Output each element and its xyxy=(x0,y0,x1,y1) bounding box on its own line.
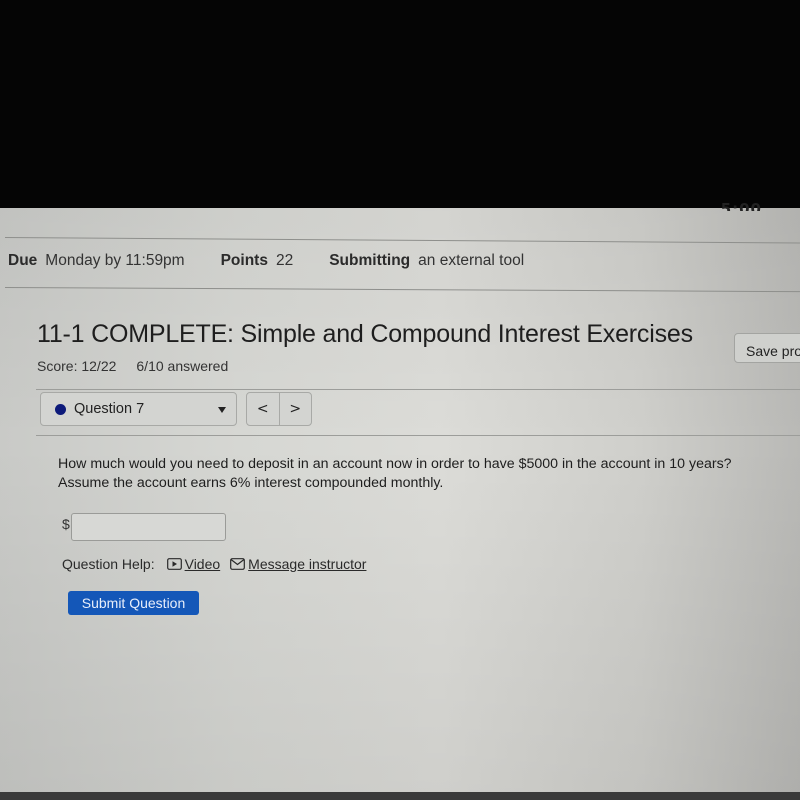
score-text: Score: 12/22 xyxy=(37,358,117,374)
question-selector-label: Question 7 xyxy=(74,401,145,417)
question-status-dot xyxy=(55,403,66,415)
photo-bottom-edge xyxy=(0,792,800,800)
question-selector[interactable]: Question 7 xyxy=(40,392,237,426)
question-help-label: Question Help: xyxy=(62,556,155,572)
due-info: Due Monday by 11:59pm xyxy=(8,252,185,270)
video-help-link[interactable]: Video xyxy=(166,556,221,572)
score-summary: Score: 12/22 6/10 answered xyxy=(37,358,228,374)
divider xyxy=(36,389,800,390)
lms-page xyxy=(0,208,800,792)
points-value: 22 xyxy=(275,252,294,269)
divider xyxy=(36,435,800,436)
save-progress-button[interactable]: Save progress xyxy=(734,333,800,363)
answer-input[interactable] xyxy=(71,513,226,541)
chevron-left-icon: < xyxy=(256,401,269,417)
chevron-right-icon: > xyxy=(289,401,302,417)
previous-question-button[interactable]: < xyxy=(247,393,279,425)
message-instructor-label: Message instructor xyxy=(248,556,367,572)
submit-question-button[interactable]: Submit Question xyxy=(68,591,199,615)
mail-icon xyxy=(230,558,246,570)
assignment-meta: Due Monday by 11:59pm Points 22 Submitti… xyxy=(8,252,524,270)
photo-dark-area xyxy=(0,0,800,208)
due-value: Monday by 11:59pm xyxy=(45,252,185,269)
cut-off-header-text: 5:00 xyxy=(720,200,762,211)
currency-prefix: $ xyxy=(62,516,70,532)
question-help: Question Help: Video Message instructor xyxy=(62,556,376,572)
video-icon xyxy=(166,558,182,570)
question-text: How much would you need to deposit in an… xyxy=(58,456,732,491)
submitting-info: Submitting an external tool xyxy=(329,252,524,270)
video-link-label: Video xyxy=(184,556,221,572)
submitting-value: an external tool xyxy=(418,252,525,269)
points-label: Points xyxy=(220,252,268,269)
question-pager: < > xyxy=(246,392,312,426)
points-info: Points 22 xyxy=(221,252,294,270)
next-question-button[interactable]: > xyxy=(278,393,312,425)
due-label: Due xyxy=(8,252,38,269)
page-title: 11-1 COMPLETE: Simple and Compound Inter… xyxy=(37,320,693,348)
answered-count: 6/10 answered xyxy=(136,358,229,374)
caret-down-icon xyxy=(218,407,226,413)
submitting-label: Submitting xyxy=(329,252,411,269)
message-instructor-link[interactable]: Message instructor xyxy=(230,556,366,572)
